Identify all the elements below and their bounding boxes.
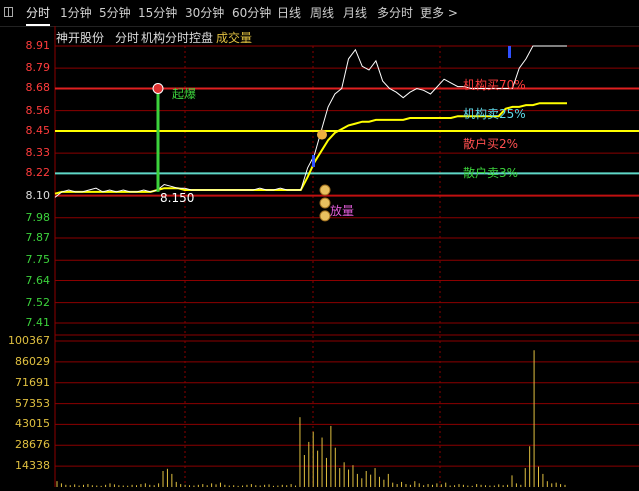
coin-icon [319,210,331,222]
coin-icon [319,184,331,196]
surge-price-label: 8.150 [160,191,195,205]
signal-mark [312,154,315,167]
price-tick-label: 7.87 [25,231,51,245]
signal-mark [508,46,511,58]
price-tick-label: 8.68 [25,81,51,95]
price-tick-label: 8.10 [25,188,51,202]
volume-tick-label: 43015 [15,417,50,431]
volume-tick-label: 28676 [15,438,50,452]
volume-tick-label: 14338 [15,459,50,473]
timeshare-chart[interactable] [0,0,639,491]
inst-sell-label: 机构卖25% [463,107,526,121]
volume-surge-label: 放量 [330,204,355,218]
volume-tick-label: 71691 [15,375,50,389]
price-tick-label: 7.52 [25,295,51,309]
price-tick-label: 8.56 [25,103,51,117]
price-tick-label: 8.45 [25,123,51,137]
retail-buy-label: 散户买2% [463,137,519,151]
surge-marker-icon [152,82,164,94]
volume-tick-label: 100367 [8,334,50,347]
retail-sell-label: 散户卖3% [463,166,519,180]
coin-icon [319,197,331,209]
price-tick-label: 8.91 [25,39,51,52]
volume-tick-label: 86029 [15,354,50,368]
inst-buy-label: 机构买70% [463,78,526,92]
price-tick-label: 7.64 [25,273,51,287]
hand-pointer-icon [317,129,327,140]
surge-label: 起爆 [172,87,197,101]
price-tick-label: 7.41 [25,316,51,329]
price-tick-label: 8.33 [25,146,51,160]
price-tick-label: 7.75 [25,253,51,267]
price-tick-label: 7.98 [25,210,51,224]
volume-tick-label: 57353 [15,396,50,410]
price-tick-label: 8.22 [25,166,51,180]
price-tick-label: 8.79 [25,61,51,75]
